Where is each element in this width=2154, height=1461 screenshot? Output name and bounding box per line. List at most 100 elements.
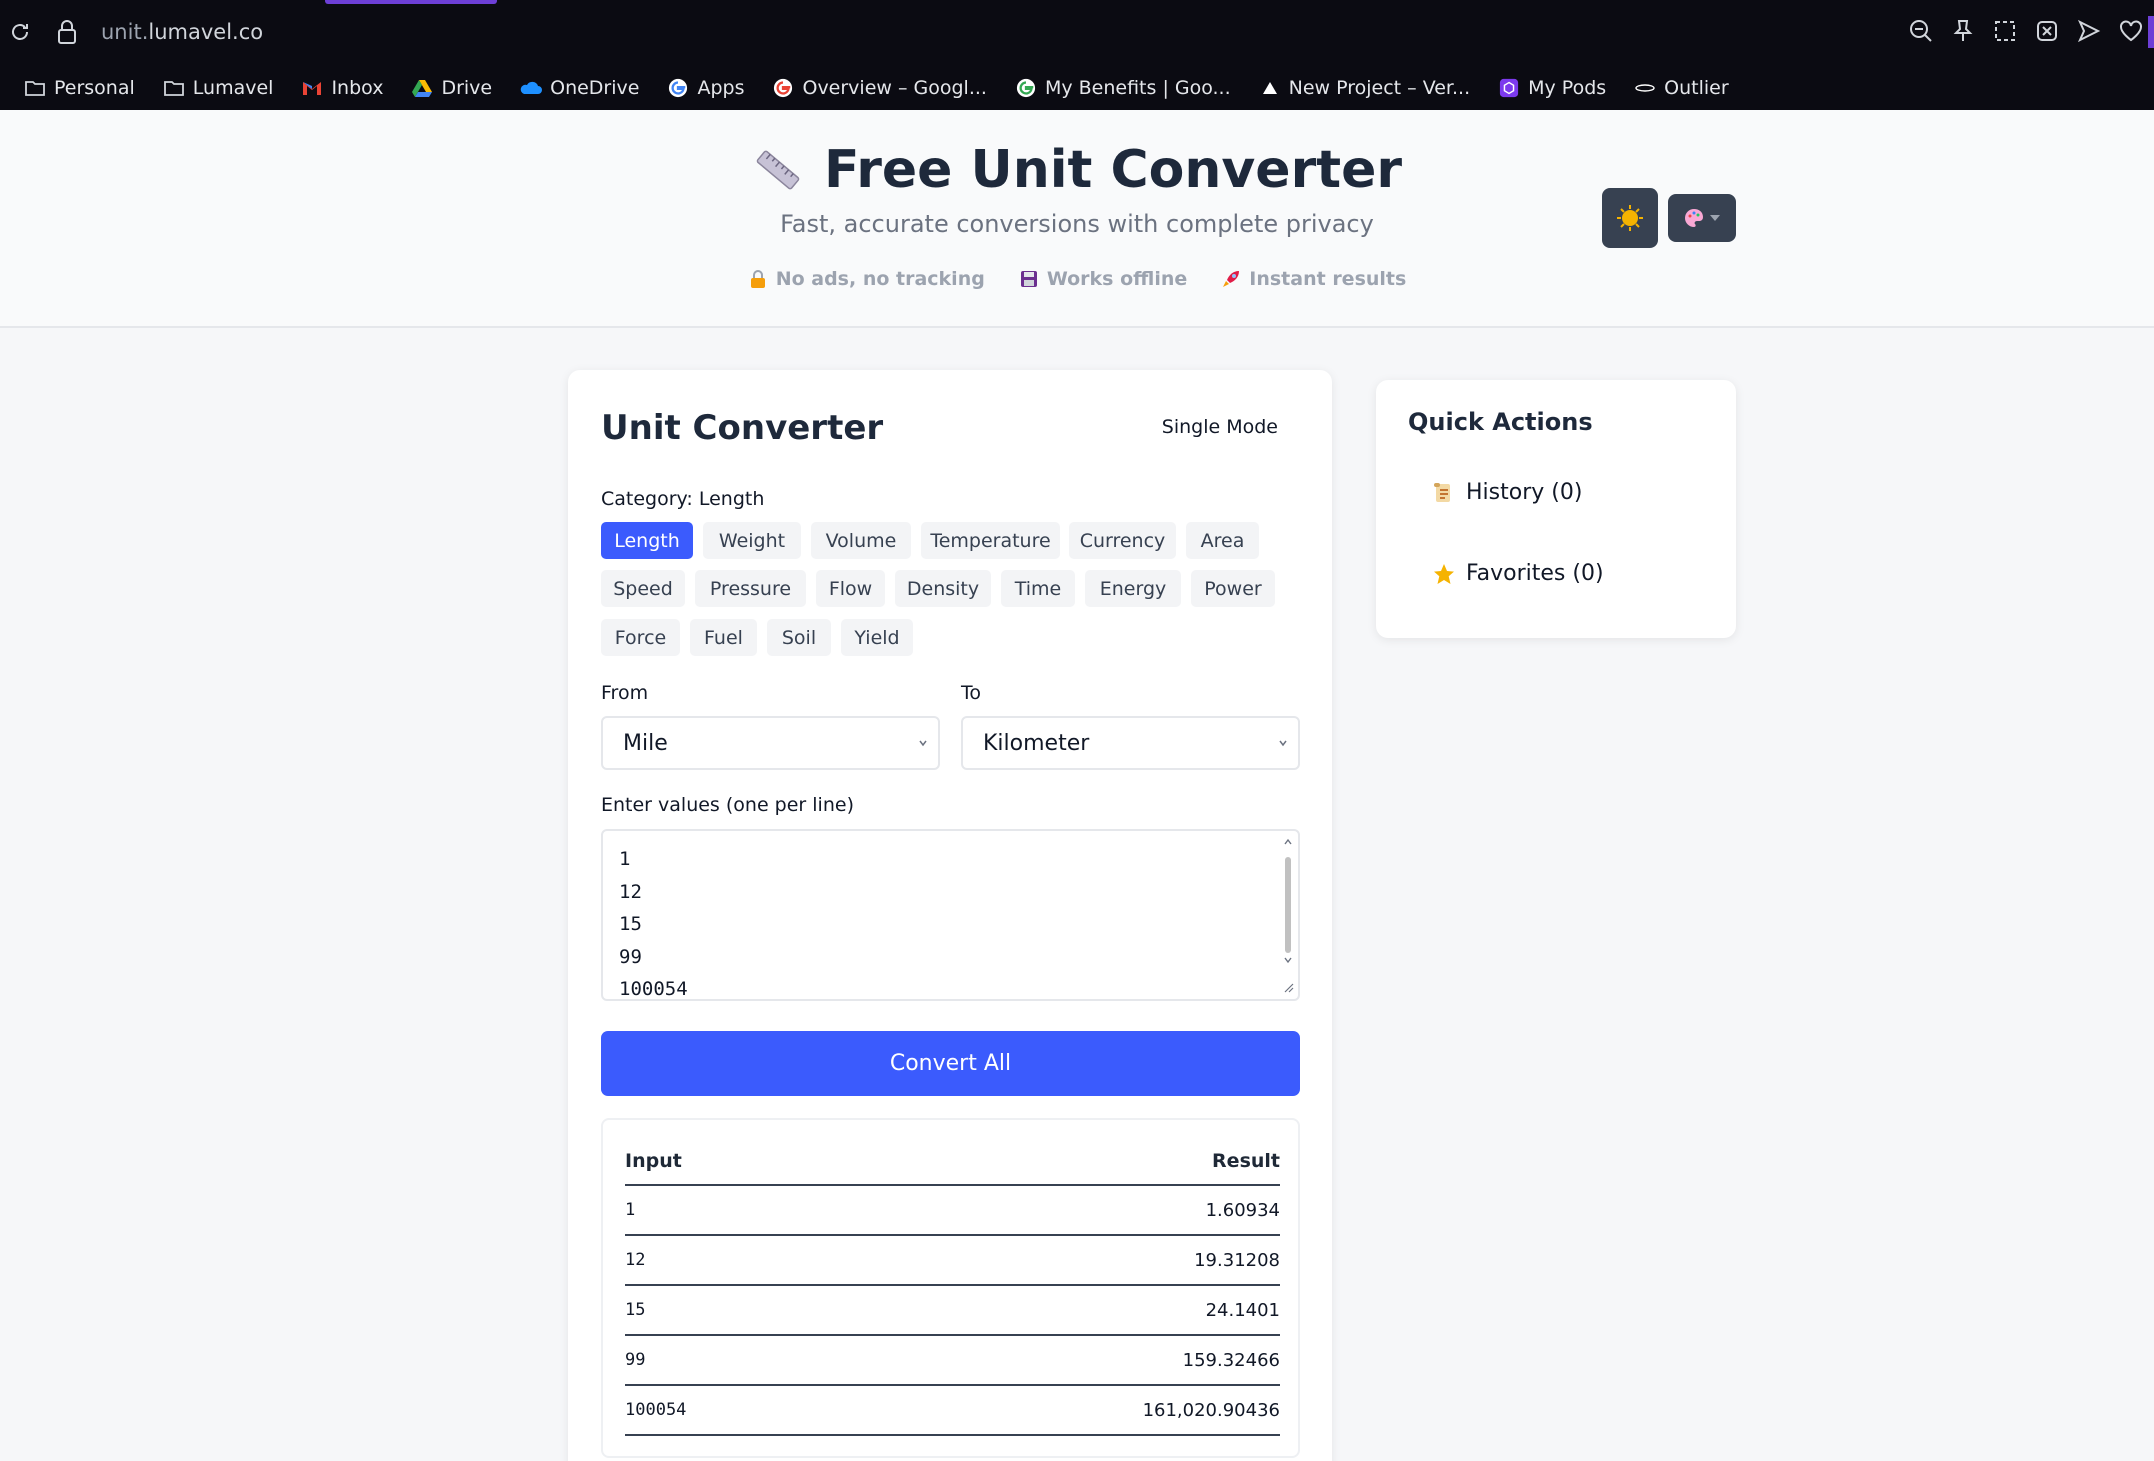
mode-toggle[interactable]: Single Mode bbox=[1162, 416, 1278, 438]
results-header: Input Result bbox=[625, 1150, 1280, 1186]
row-input: 12 bbox=[625, 1250, 646, 1270]
badge-label: Instant results bbox=[1249, 268, 1407, 290]
folder-icon bbox=[25, 81, 45, 96]
scroll-thumb[interactable] bbox=[1285, 857, 1291, 953]
bookmark-label: OneDrive bbox=[550, 77, 640, 99]
bookmark-my-pods[interactable]: My Pods bbox=[1498, 77, 1606, 99]
chip-area[interactable]: Area bbox=[1186, 522, 1259, 559]
address-bar: unit.lumavel.co bbox=[0, 0, 2154, 66]
bookmark-label: Outlier bbox=[1664, 77, 1729, 99]
page-title: Free Unit Converter bbox=[752, 140, 1402, 200]
theme-toggle-button[interactable] bbox=[1602, 188, 1658, 248]
caret-down-icon bbox=[1710, 215, 1720, 221]
chip-power[interactable]: Power bbox=[1191, 570, 1275, 607]
bookmark-label: New Project – Ver... bbox=[1288, 77, 1471, 99]
bookmark-lumavel[interactable]: Lumavel bbox=[163, 77, 273, 99]
bookmark-label: Apps bbox=[697, 77, 745, 99]
zoom-out-icon[interactable] bbox=[1908, 18, 1934, 44]
onedrive-icon bbox=[520, 81, 543, 94]
bookmark-label: Overview – Googl... bbox=[802, 77, 987, 99]
value-line: 12 bbox=[619, 880, 642, 903]
bookmark-new-project[interactable]: New Project – Ver... bbox=[1259, 77, 1470, 99]
feature-badges: No ads, no tracking Works offline Instan… bbox=[0, 268, 2154, 290]
shield-x-icon[interactable] bbox=[2034, 18, 2060, 44]
outlier-icon bbox=[1635, 84, 1655, 92]
chip-currency[interactable]: Currency bbox=[1069, 522, 1176, 559]
chip-density[interactable]: Density bbox=[895, 570, 991, 607]
to-unit-value: Kilometer bbox=[983, 730, 1090, 756]
google-icon bbox=[669, 78, 688, 98]
category-label: Category: Length bbox=[601, 488, 765, 510]
row-result: 159.32466 bbox=[1182, 1350, 1280, 1371]
reload-icon[interactable] bbox=[8, 20, 32, 44]
converter-title: Unit Converter bbox=[601, 408, 884, 448]
quick-actions-panel: Quick Actions History (0) Favorites (0) bbox=[1376, 380, 1736, 638]
values-textarea[interactable]: 1 12 15 99 100054 bbox=[601, 829, 1300, 1001]
chip-weight[interactable]: Weight bbox=[703, 522, 801, 559]
browser-chrome: unit.lumavel.co Personal Lumavel Inbox D… bbox=[0, 0, 2154, 110]
title-text: Free Unit Converter bbox=[824, 140, 1402, 200]
rocket-icon bbox=[1223, 271, 1240, 287]
chip-force[interactable]: Force bbox=[601, 619, 680, 656]
chip-energy[interactable]: Energy bbox=[1085, 570, 1181, 607]
chip-pressure[interactable]: Pressure bbox=[695, 570, 806, 607]
textarea-scrollbar[interactable] bbox=[1282, 837, 1294, 993]
badge-label: Works offline bbox=[1046, 268, 1188, 290]
send-icon[interactable] bbox=[2076, 18, 2102, 44]
chip-flow[interactable]: Flow bbox=[816, 570, 885, 607]
lock-icon bbox=[750, 270, 765, 288]
palette-icon bbox=[1685, 209, 1704, 227]
table-row: 1 1.60934 bbox=[625, 1186, 1280, 1236]
chip-speed[interactable]: Speed bbox=[601, 570, 685, 607]
bookmark-benefits[interactable]: My Benefits | Goo... bbox=[1015, 77, 1231, 99]
row-result: 24.1401 bbox=[1205, 1300, 1280, 1321]
history-label: History (0) bbox=[1466, 480, 1583, 505]
to-label: To bbox=[961, 682, 982, 704]
badge-offline: Works offline bbox=[1019, 268, 1187, 290]
bookmark-outlier[interactable]: Outlier bbox=[1634, 77, 1729, 99]
chip-volume[interactable]: Volume bbox=[811, 522, 911, 559]
history-button[interactable]: History (0) bbox=[1432, 480, 1582, 505]
ruler-icon bbox=[756, 150, 800, 190]
sidebar-edge bbox=[2148, 16, 2154, 48]
gmail-icon bbox=[303, 82, 322, 95]
lock-icon[interactable] bbox=[56, 19, 78, 45]
palette-dropdown-button[interactable] bbox=[1668, 194, 1736, 242]
chip-fuel[interactable]: Fuel bbox=[690, 619, 757, 656]
row-result: 161,020.90436 bbox=[1142, 1400, 1280, 1421]
heart-icon[interactable] bbox=[2118, 18, 2144, 44]
google-icon bbox=[774, 78, 793, 98]
star-icon bbox=[1434, 563, 1454, 584]
pods-icon bbox=[1500, 78, 1519, 98]
url-host: lumavel.co bbox=[148, 20, 264, 44]
results-table: Input Result 1 1.60934 12 19.31208 15 24… bbox=[601, 1118, 1300, 1458]
sun-icon bbox=[1617, 205, 1643, 231]
bookmark-personal[interactable]: Personal bbox=[24, 77, 135, 99]
to-unit-select[interactable]: Kilometer bbox=[961, 716, 1300, 770]
chip-time[interactable]: Time bbox=[1001, 570, 1075, 607]
resize-handle-icon[interactable] bbox=[1282, 981, 1294, 993]
page-subtitle: Fast, accurate conversions with complete… bbox=[780, 210, 1374, 238]
badge-no-ads: No ads, no tracking bbox=[748, 268, 985, 290]
chip-soil[interactable]: Soil bbox=[767, 619, 831, 656]
favorites-button[interactable]: Favorites (0) bbox=[1432, 561, 1604, 586]
row-input: 15 bbox=[625, 1300, 646, 1320]
table-row: 15 24.1401 bbox=[625, 1286, 1280, 1336]
screenshot-icon[interactable] bbox=[1992, 18, 2018, 44]
bookmark-apps[interactable]: Apps bbox=[667, 77, 744, 99]
chip-yield[interactable]: Yield bbox=[841, 619, 913, 656]
from-unit-value: Mile bbox=[623, 730, 668, 756]
bookmark-overview[interactable]: Overview – Googl... bbox=[772, 77, 987, 99]
bookmark-drive[interactable]: Drive bbox=[411, 77, 492, 99]
bookmark-onedrive[interactable]: OneDrive bbox=[520, 77, 639, 99]
url-text[interactable]: unit.lumavel.co bbox=[101, 20, 263, 44]
convert-all-button[interactable]: Convert All bbox=[601, 1031, 1300, 1096]
from-unit-select[interactable]: Mile bbox=[601, 716, 940, 770]
chip-temperature[interactable]: Temperature bbox=[921, 522, 1060, 559]
pin-icon[interactable] bbox=[1950, 18, 1976, 44]
scroll-down-icon[interactable] bbox=[1282, 955, 1294, 965]
chip-length[interactable]: Length bbox=[601, 522, 693, 559]
chevron-down-icon bbox=[919, 740, 927, 747]
scroll-up-icon[interactable] bbox=[1282, 837, 1294, 847]
bookmark-inbox[interactable]: Inbox bbox=[301, 77, 383, 99]
